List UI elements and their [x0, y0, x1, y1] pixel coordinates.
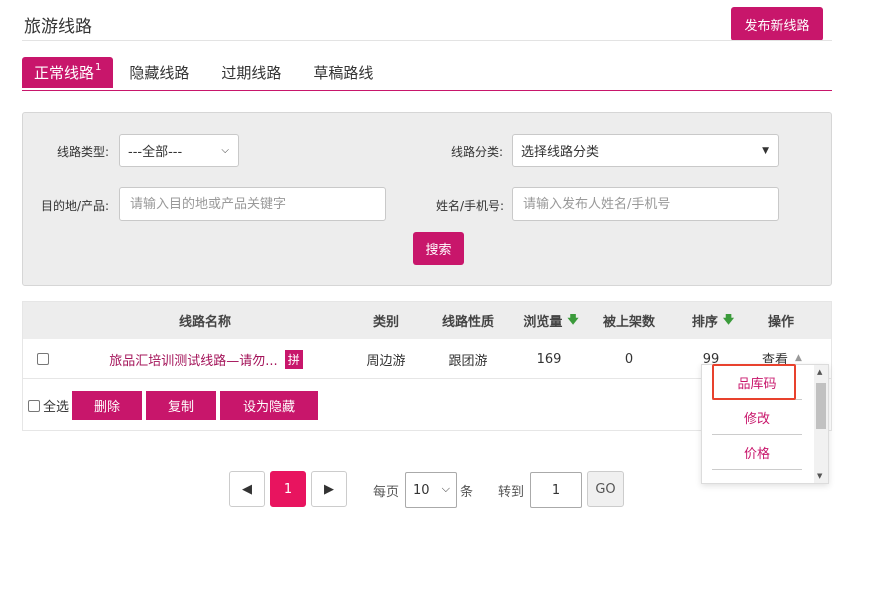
triangle-left-icon: ◀: [242, 481, 252, 497]
group-badge: 拼: [284, 349, 303, 369]
col-route-name: 线路名称: [178, 315, 231, 330]
category-cell: 周边游: [366, 353, 406, 369]
col-nature: 线路性质: [441, 315, 494, 330]
publish-route-button[interactable]: 发布新线路: [731, 7, 823, 41]
page-button-current[interactable]: 1: [270, 471, 306, 507]
dropdown-scrollbar[interactable]: ▲ ▼: [814, 365, 828, 483]
caret-down-icon: ▼: [762, 146, 769, 156]
col-category: 类别: [372, 315, 399, 330]
scroll-up-icon[interactable]: ▲: [817, 368, 822, 376]
tab-hidden-routes[interactable]: 隐藏线路: [113, 57, 205, 88]
tab-normal-routes[interactable]: 正常线路 1: [22, 57, 114, 88]
next-page-button[interactable]: ▶: [311, 471, 347, 507]
tab-label: 正常线路: [34, 64, 95, 82]
row-checkbox[interactable]: [37, 353, 49, 365]
col-listed: 被上架数: [602, 315, 655, 330]
col-order[interactable]: 排序 🡇: [673, 302, 753, 339]
per-page-label: 每页: [373, 485, 400, 500]
tab-divider: [22, 90, 832, 91]
per-page-unit: 条: [460, 485, 474, 500]
per-page-select[interactable]: 10 ⌵: [405, 472, 457, 508]
menu-item-edit[interactable]: 修改: [712, 401, 802, 435]
menu-item-upload[interactable]: 上传: [712, 471, 802, 484]
page-title: 旅游线路: [24, 17, 92, 37]
tab-label: 草稿路线: [313, 64, 374, 82]
chevron-down-icon: ⌵: [441, 482, 450, 495]
route-name-cell: 旅品汇培训测试线路—请勿... 拼: [101, 339, 311, 379]
tab-badge: 1: [95, 62, 102, 73]
go-button[interactable]: GO: [587, 471, 624, 507]
filter-panel: 线路类型: ---全部--- ⌵ 线路分类: 选择线路分类 ▼ 目的地/产品: …: [22, 112, 832, 286]
per-page-value: 10: [413, 482, 430, 498]
title-divider: [22, 40, 832, 41]
route-category-label: 线路分类:: [451, 145, 504, 159]
col-views[interactable]: 浏览量 🡇: [511, 302, 591, 339]
name-phone-label: 姓名/手机号:: [436, 199, 505, 213]
views-cell: 169: [536, 351, 562, 367]
prev-page-button[interactable]: ◀: [229, 471, 265, 507]
route-category-value: 选择线路分类: [521, 145, 600, 160]
set-hidden-button[interactable]: 设为隐藏: [220, 391, 319, 420]
search-button[interactable]: 搜索: [413, 232, 464, 265]
goto-label: 转到: [498, 485, 525, 500]
scroll-down-icon[interactable]: ▼: [817, 472, 822, 480]
col-order-label: 排序: [691, 315, 718, 330]
nature-cell: 跟团游: [448, 353, 488, 369]
tab-expired-routes[interactable]: 过期线路: [205, 57, 297, 88]
route-tabs: 正常线路 1 隐藏线路 过期线路 草稿路线: [22, 57, 389, 89]
route-type-label: 线路类型:: [57, 145, 110, 159]
destination-input[interactable]: [119, 187, 386, 221]
delete-button[interactable]: 删除: [72, 391, 143, 420]
destination-label: 目的地/产品:: [41, 199, 110, 213]
col-views-label: 浏览量: [523, 315, 563, 330]
listed-cell: 0: [624, 351, 634, 367]
route-category-select[interactable]: 选择线路分类 ▼: [512, 134, 779, 167]
select-all-label: 全选: [43, 400, 70, 415]
scroll-thumb[interactable]: [816, 383, 826, 429]
tab-draft-routes[interactable]: 草稿路线: [297, 57, 389, 88]
sort-down-icon: 🡇: [567, 313, 579, 326]
table-header: 线路名称 类别 线路性质 浏览量 🡇 被上架数 排序 🡇 操作: [23, 302, 831, 339]
col-actions: 操作: [767, 315, 794, 330]
copy-button[interactable]: 复制: [146, 391, 217, 420]
tab-label: 隐藏线路: [129, 64, 190, 82]
menu-item-price[interactable]: 价格: [712, 436, 802, 470]
route-type-select[interactable]: ---全部--- ⌵: [119, 134, 239, 167]
route-name-link[interactable]: 旅品汇培训测试线路—请勿...: [109, 350, 277, 369]
tab-label: 过期线路: [221, 64, 282, 82]
bulk-actions: 全选 删除 复制 设为隐藏: [28, 391, 322, 420]
caret-up-icon: ▲: [795, 353, 802, 363]
row-checkbox-cell: [36, 339, 50, 379]
name-phone-input[interactable]: [512, 187, 779, 221]
triangle-right-icon: ▶: [324, 481, 334, 497]
highlight-box: [712, 364, 796, 400]
select-all-checkbox[interactable]: [28, 399, 40, 412]
route-type-value: ---全部---: [128, 145, 183, 160]
goto-page-input[interactable]: 1: [530, 472, 582, 508]
sort-down-icon: 🡇: [722, 313, 735, 326]
chevron-down-icon: ⌵: [221, 145, 229, 156]
